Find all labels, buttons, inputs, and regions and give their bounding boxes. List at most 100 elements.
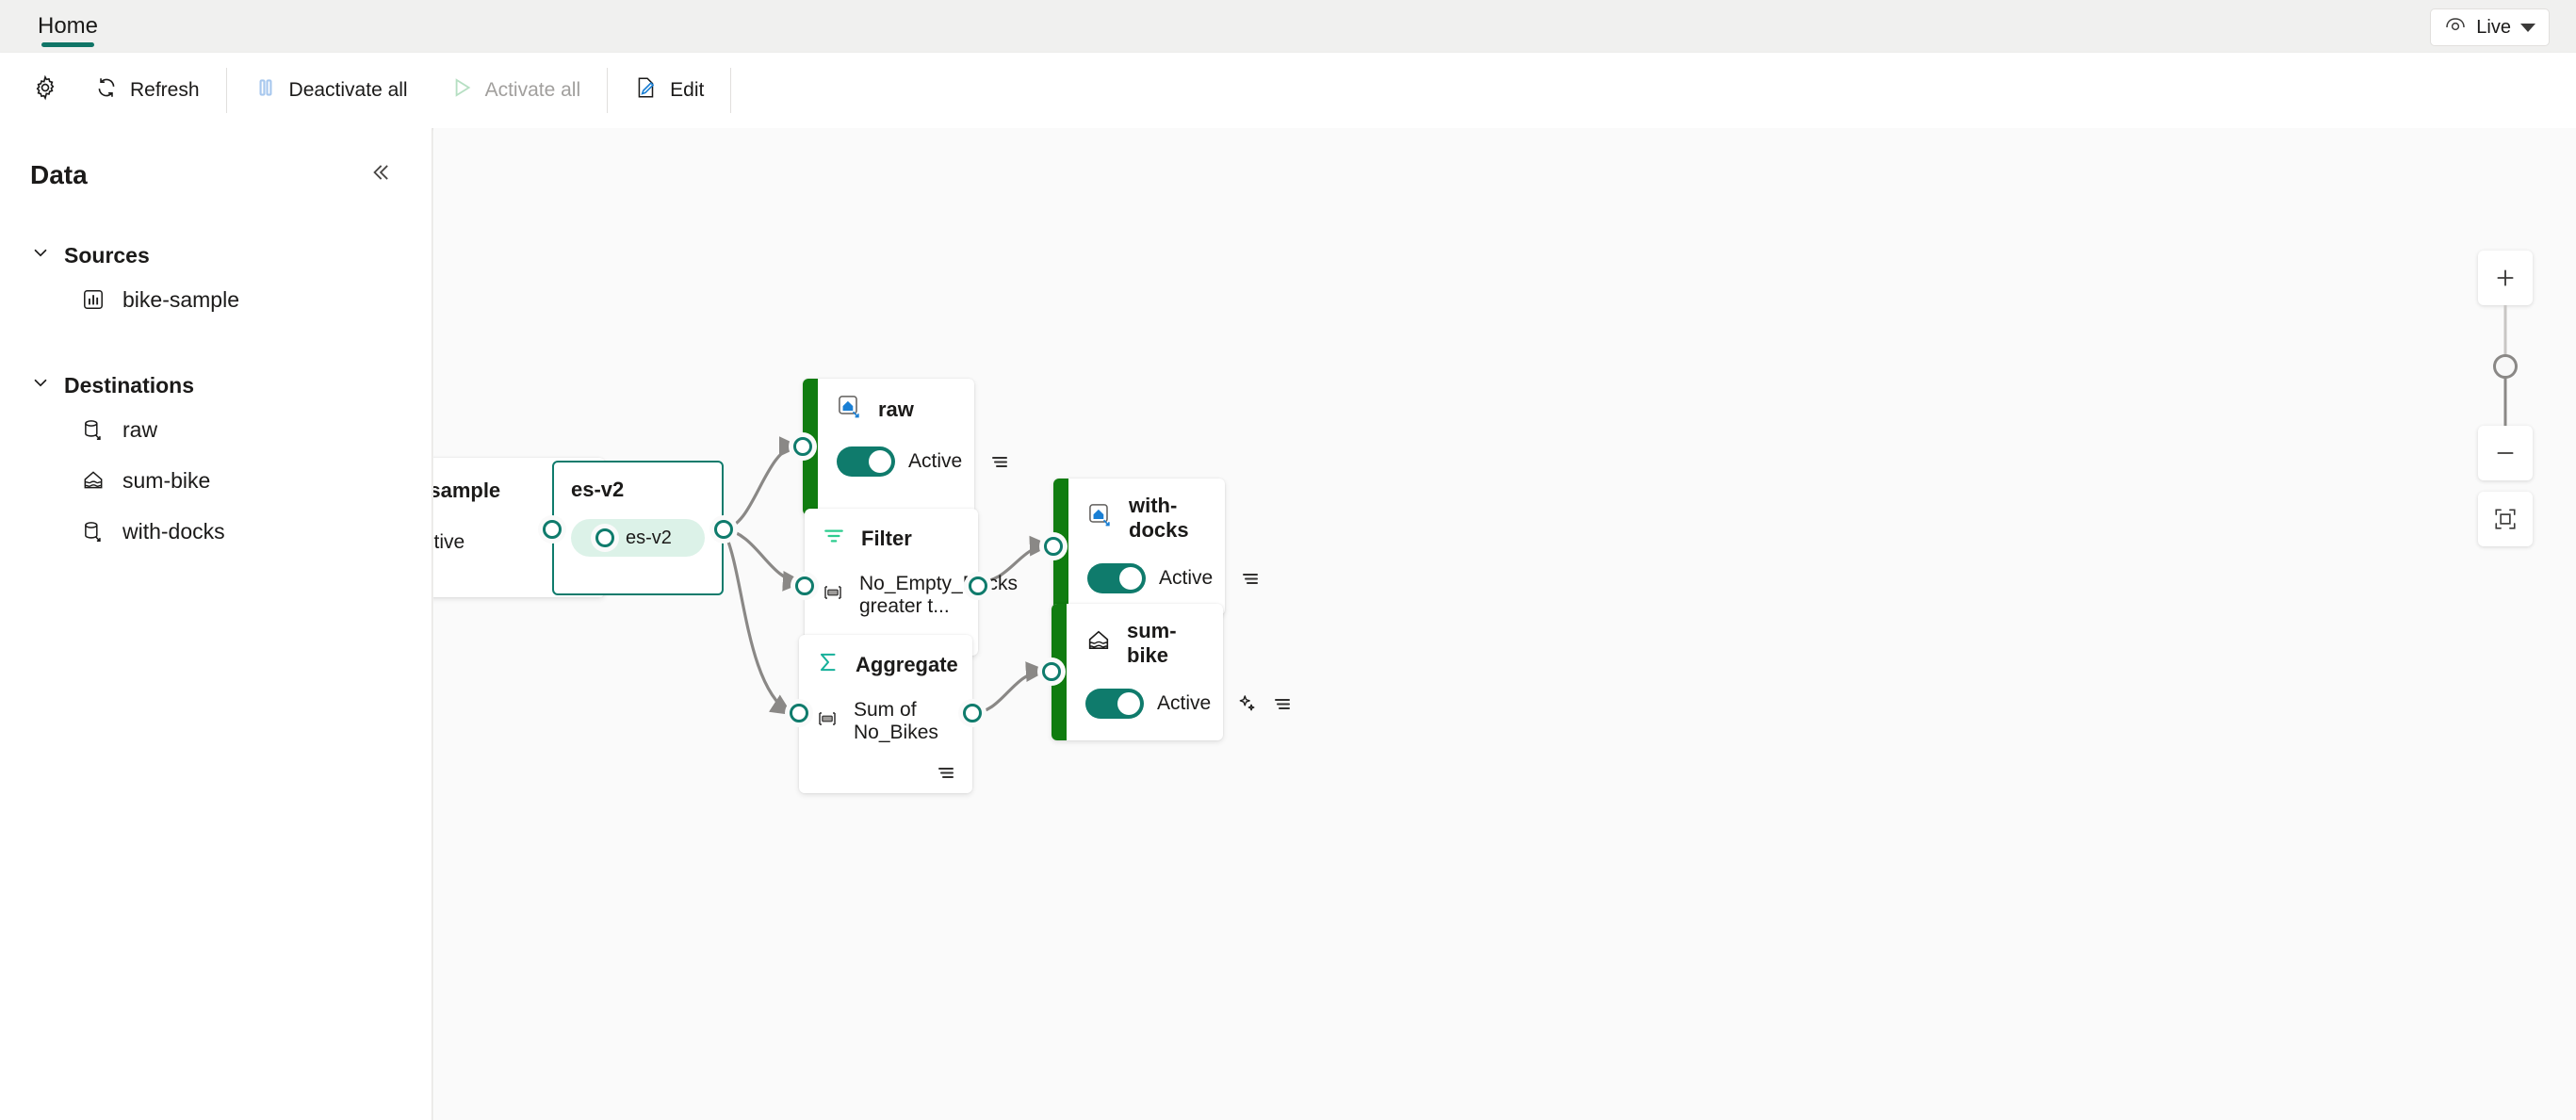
sparkle-icon[interactable] [1237,693,1258,714]
edge-layer [472,436,1052,716]
edit-label: Edit [670,79,705,101]
sigma-icon [816,650,840,680]
chevron-down-icon [2520,23,2535,32]
fit-to-screen-button[interactable] [2478,492,2533,546]
sidebar-group-label: Destinations [64,372,195,398]
sidebar-item-with-docks[interactable]: with-docks [0,506,432,557]
node-status-label: Active [433,531,465,553]
tab-strip: Home [0,0,107,53]
zoom-in-button[interactable] [2478,251,2533,305]
field-icon [822,581,844,609]
database-output-icon [79,415,107,444]
sidebar-item-raw[interactable]: raw [0,404,432,455]
sidebar-item-label: bike-sample [122,286,239,312]
deactivate-all-button[interactable]: Deactivate all [233,63,429,118]
sidebar-item-label: sum-bike [122,467,211,493]
chevron-down-icon [30,242,51,268]
node-raw[interactable]: raw Active [793,379,1008,515]
more-lines-icon[interactable] [935,761,957,784]
toolbar-divider-1 [225,68,227,113]
node-title-label: bike-sample [433,479,501,502]
node-output-port[interactable] [963,704,982,722]
node-header: Filter [822,524,963,554]
zoom-out-button[interactable] [2478,426,2533,480]
edit-icon [634,75,659,106]
node-title-label: sum-bike [1127,619,1177,667]
lakehouse-icon [1085,627,1112,659]
gear-icon [32,74,58,106]
node-sum-bike[interactable]: sum-bike Active [1042,604,1291,740]
sidebar-item-label: with-docks [122,518,225,544]
edit-button[interactable]: Edit [613,63,725,118]
tab-home[interactable]: Home [28,0,107,53]
filter-icon [822,524,846,554]
sidebar-item-sum-bike[interactable]: sum-bike [0,455,432,506]
sidebar-group-sources: Sources bike-sample [0,236,432,325]
node-footer: Active [1087,563,1259,593]
node-header: es-v2 [571,478,705,502]
field-icon [816,707,839,736]
pause-icon [253,75,278,106]
node-output-port[interactable] [969,576,987,595]
node-status-label: Active [1159,567,1214,589]
node-subtitle: Sum of No_Bikes [816,699,957,744]
chart-square-icon [79,285,107,314]
node-input-port[interactable] [795,576,814,595]
sidebar-group-header-sources[interactable]: Sources [0,236,432,274]
refresh-label: Refresh [130,79,200,101]
node-input-port[interactable] [1042,662,1061,681]
node-output-port[interactable] [595,528,614,547]
node-active-toggle[interactable] [837,446,895,477]
more-lines-icon[interactable] [1239,567,1262,590]
node-subtitle-label: Sum of No_Bikes [854,699,938,743]
node-title-label: raw [878,398,914,421]
settings-button[interactable] [17,63,73,118]
stream-chip[interactable]: es-v2 [571,519,705,557]
node-filter[interactable]: Filter No_Empty_Docks greater t... [795,509,1018,656]
node-footer [816,761,957,784]
node-input-port[interactable] [1044,537,1063,556]
node-header: raw [837,394,959,426]
node-title-label: es-v2 [571,478,625,501]
node-footer: Active [837,446,1008,477]
lakehouse-destination-icon [1087,502,1114,534]
collapse-sidebar-button[interactable] [362,154,398,195]
eye-icon [2444,13,2467,41]
activate-all-label: Activate all [484,79,581,101]
refresh-button[interactable]: Refresh [73,63,220,118]
node-active-toggle[interactable] [1087,563,1146,593]
node-aggregate[interactable]: Aggregate Sum of No_Bikes [790,635,982,793]
node-with-docks[interactable]: with-docks Active [1044,479,1259,615]
play-icon [449,75,474,106]
zoom-slider-thumb[interactable] [2493,354,2518,379]
live-mode-button[interactable]: Live [2430,8,2550,46]
sidebar-title: Data [30,159,88,189]
zoom-slider[interactable] [2478,305,2533,426]
node-es-v2[interactable]: es-v2 es-v2 [543,461,733,595]
sidebar-item-bike-sample[interactable]: bike-sample [0,274,432,325]
node-status-label: Active [1157,692,1212,714]
node-output-port[interactable] [714,520,733,539]
node-header: with-docks [1087,494,1210,543]
chevron-double-left-icon [367,160,392,189]
tab-home-label: Home [38,13,99,39]
command-bar: Refresh Deactivate all Activate all Edit [0,53,2576,128]
node-input-port[interactable] [793,437,812,456]
lakehouse-icon [79,466,107,495]
sidebar-group-header-destinations[interactable]: Destinations [0,366,432,404]
node-title-label: Filter [861,527,912,550]
sidebar-group-destinations: Destinations raw sum-bike with-docks [0,366,432,557]
sidebar-header: Data [0,128,432,195]
node-subtitle: No_Empty_Docks greater t... [822,573,1018,618]
more-lines-icon[interactable] [988,450,1011,473]
activate-all-button[interactable]: Activate all [429,63,602,118]
stream-chip-label: es-v2 [626,527,672,548]
node-title-label: with-docks [1129,494,1189,542]
eventstream-canvas[interactable]: bike-sample Active es-v2 [433,128,2576,1120]
more-lines-icon[interactable] [1271,692,1294,715]
node-input-port[interactable] [543,520,562,539]
node-input-port[interactable] [790,704,808,722]
live-label: Live [2476,16,2511,38]
node-header: Aggregate [816,650,958,680]
node-active-toggle[interactable] [1085,689,1144,719]
